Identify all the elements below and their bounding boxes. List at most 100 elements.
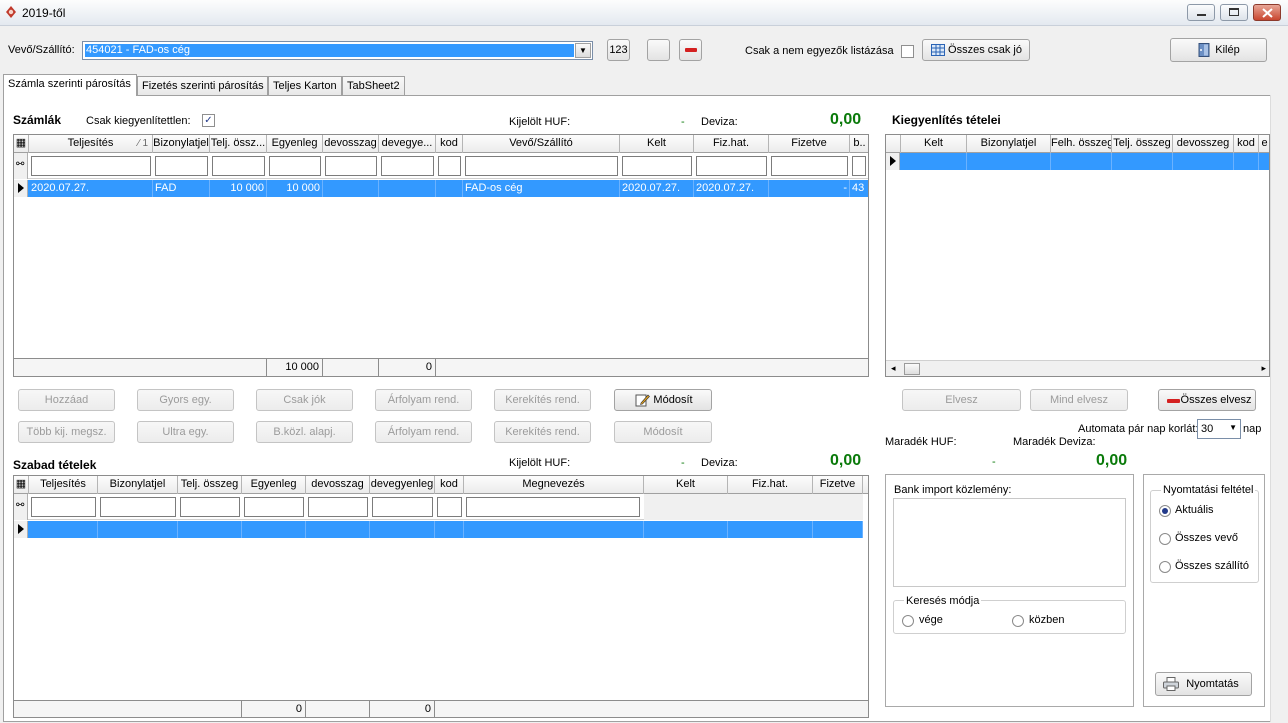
col-bizonylatjel[interactable]: Bizonylatjel [153, 135, 210, 153]
filter-bizonylatjel[interactable] [100, 497, 176, 517]
col-bizonylatjel[interactable]: Bizonylatjel [98, 476, 178, 494]
tab-invoice-matching[interactable]: Számla szerinti párosítás [3, 74, 137, 96]
horizontal-scrollbar[interactable]: ◂ ▸ [886, 360, 1269, 376]
rate-adjust-2-button[interactable]: Árfolyam rend. [375, 421, 472, 443]
chevron-down-icon[interactable]: ▼ [575, 43, 591, 58]
filter-vevo-szallito[interactable] [465, 156, 618, 176]
bank-notice-button[interactable]: B.közl. alapj. [256, 421, 353, 443]
col-fizetve[interactable]: Fizetve [769, 135, 850, 153]
column-chooser-icon[interactable]: ▦ [14, 135, 29, 153]
print-all-suppliers-radio[interactable] [1159, 561, 1171, 573]
blank-button[interactable] [647, 39, 670, 61]
col-egyenleg[interactable]: Egyenleg [242, 476, 306, 494]
col-devosszeg[interactable]: devosszeg [1173, 135, 1234, 153]
filter-kelt[interactable] [622, 156, 692, 176]
add-button[interactable]: Hozzáad [18, 389, 115, 411]
filter-devegyenleg[interactable] [372, 497, 433, 517]
table-row[interactable] [886, 153, 1269, 170]
only-ok-button[interactable]: Csak jók [256, 389, 353, 411]
col-teljesites[interactable]: Teljesítés ⁄ 1 [29, 135, 153, 153]
col-telj-osszeg[interactable]: Telj. összeg [1112, 135, 1173, 153]
col-megnevezes[interactable]: Megnevezés [464, 476, 644, 494]
print-all-suppliers-label: Összes szállító [1175, 560, 1249, 572]
filter-fiz-hat[interactable] [696, 156, 767, 176]
minimize-button[interactable] [1187, 4, 1215, 21]
exit-button[interactable]: Kilép [1170, 38, 1267, 62]
scroll-thumb[interactable] [904, 363, 920, 375]
customer-combo[interactable]: 454021 - FAD-os cég ▼ [82, 41, 593, 60]
scroll-right-icon[interactable]: ▸ [1261, 363, 1266, 374]
col-e[interactable]: e [1259, 135, 1269, 153]
filter-kod[interactable] [438, 156, 461, 176]
col-fiz-hat[interactable]: Fiz.hat. [694, 135, 769, 153]
filter-fizetve[interactable] [771, 156, 848, 176]
col-kod[interactable]: kod [435, 476, 464, 494]
col-kod[interactable]: kod [436, 135, 463, 153]
col-devegyenleg[interactable]: devegye... [379, 135, 436, 153]
unbalanced-checkbox[interactable]: ✓ [202, 114, 215, 127]
col-kod[interactable]: kod [1234, 135, 1259, 153]
filter-egyenleg[interactable] [269, 156, 321, 176]
col-fiz-hat[interactable]: Fiz.hat. [728, 476, 813, 494]
filter-egyenleg[interactable] [244, 497, 304, 517]
remove-button[interactable]: Elvesz [902, 389, 1021, 411]
close-button[interactable] [1253, 4, 1281, 21]
rate-adjust-button[interactable]: Árfolyam rend. [375, 389, 472, 411]
filter-teljesites[interactable] [31, 156, 151, 176]
col-b[interactable]: b.. [850, 135, 868, 153]
chevron-down-icon[interactable]: ▼ [1229, 423, 1237, 432]
table-row[interactable]: 2020.07.27. FAD 10 000 10 000 FAD-os cég… [14, 180, 868, 197]
col-fizetve[interactable]: Fizetve [813, 476, 863, 494]
col-telj-osszeg[interactable]: Telj. összeg [178, 476, 242, 494]
delete-button[interactable] [679, 39, 702, 61]
only-mismatch-checkbox[interactable] [901, 45, 914, 58]
multi-unpair-button[interactable]: Több kij. megsz. [18, 421, 115, 443]
col-kelt[interactable]: Kelt [620, 135, 694, 153]
table-row[interactable] [14, 521, 863, 538]
print-current-radio[interactable] [1159, 505, 1171, 517]
all-ok-button[interactable]: Összes csak jó [922, 39, 1030, 61]
rounding-adjust-button[interactable]: Kerekítés rend. [494, 389, 591, 411]
filter-bizonylatjel[interactable] [155, 156, 208, 176]
col-devegyenleg[interactable]: devegyenleg [370, 476, 435, 494]
filter-telj-ossz[interactable] [212, 156, 265, 176]
rounding-adjust-2-button[interactable]: Kerekítés rend. [494, 421, 591, 443]
col-kelt[interactable]: Kelt [901, 135, 967, 153]
col-vevo-szallito[interactable]: Vevő/Szállító [463, 135, 620, 153]
search-within-radio[interactable] [1012, 615, 1024, 627]
quick-settle-button[interactable]: Gyors egy. [137, 389, 234, 411]
filter-devegyenleg[interactable] [381, 156, 434, 176]
column-chooser-icon[interactable]: ▦ [14, 476, 29, 494]
modify-2-button[interactable]: Módosít [614, 421, 712, 443]
ultra-settle-button[interactable]: Ultra egy. [137, 421, 234, 443]
filter-telj-osszeg[interactable] [180, 497, 240, 517]
col-devosszag[interactable]: devosszag [306, 476, 370, 494]
auto-pair-combo[interactable]: 30 ▼ [1197, 419, 1241, 439]
col-felh-osszeg[interactable]: Felh. összeg [1051, 135, 1112, 153]
filter-devosszag[interactable] [325, 156, 377, 176]
btn-123[interactable]: 123 [607, 39, 630, 61]
filter-b[interactable] [852, 156, 866, 176]
filter-devosszag[interactable] [308, 497, 368, 517]
tab-payment-matching[interactable]: Fizetés szerinti párosítás [137, 76, 268, 95]
col-teljesites[interactable]: Teljesítés [29, 476, 98, 494]
col-telj-ossz[interactable]: Telj. össz... [210, 135, 267, 153]
modify-button[interactable]: Módosít [614, 389, 712, 411]
remove-total-button[interactable]: Összes elvesz [1158, 389, 1256, 411]
remove-all-button[interactable]: Mind elvesz [1030, 389, 1128, 411]
print-button[interactable]: Nyomtatás [1155, 672, 1252, 696]
search-end-radio[interactable] [902, 615, 914, 627]
col-egyenleg[interactable]: Egyenleg [267, 135, 323, 153]
col-kelt[interactable]: Kelt [644, 476, 728, 494]
scroll-left-icon[interactable]: ◂ [891, 363, 896, 374]
bank-import-textarea[interactable] [893, 498, 1126, 587]
col-bizonylatjel[interactable]: Bizonylatjel [967, 135, 1051, 153]
filter-kod[interactable] [437, 497, 462, 517]
filter-megnevezes[interactable] [466, 497, 640, 517]
tab-tabsheet2[interactable]: TabSheet2 [342, 76, 405, 95]
print-all-customers-radio[interactable] [1159, 533, 1171, 545]
col-devosszag[interactable]: devosszag [323, 135, 379, 153]
tab-full-ledger[interactable]: Teljes Karton [268, 76, 342, 95]
maximize-button[interactable] [1220, 4, 1248, 21]
filter-teljesites[interactable] [31, 497, 96, 517]
